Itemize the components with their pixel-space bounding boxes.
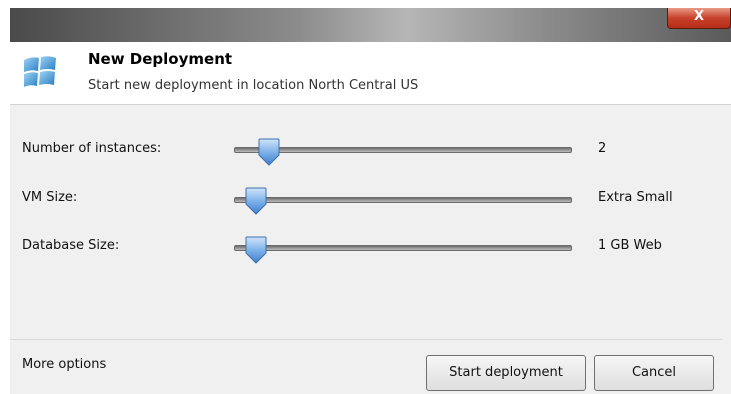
close-icon: X	[693, 9, 705, 24]
footer-divider	[10, 339, 722, 340]
dialog-header: New Deployment Start new deployment in l…	[10, 42, 731, 105]
database-size-label: Database Size:	[22, 238, 120, 253]
database-size-slider-thumb[interactable]	[245, 236, 267, 264]
instances-label: Number of instances:	[22, 141, 162, 156]
dialog-subtitle: Start new deployment in location North C…	[88, 78, 419, 93]
windows-azure-logo-icon	[24, 56, 56, 87]
instances-value: 2	[598, 141, 607, 156]
more-options-link[interactable]: More options	[22, 357, 106, 372]
start-deployment-button[interactable]: Start deployment	[426, 355, 586, 391]
cancel-button[interactable]: Cancel	[594, 355, 714, 391]
vm-size-label: VM Size:	[22, 190, 78, 205]
vm-size-slider-track[interactable]	[234, 197, 572, 203]
new-deployment-dialog: X New Deployment Start new deployment in…	[0, 0, 731, 394]
settings-panel: Number of instances: 2 VM Size: Extra Sm…	[10, 105, 731, 394]
dialog-title: New Deployment	[88, 50, 233, 68]
instances-slider-track[interactable]	[234, 147, 572, 153]
title-bar: X	[10, 8, 731, 42]
database-size-slider-track[interactable]	[234, 245, 572, 251]
vm-size-slider-thumb[interactable]	[245, 187, 267, 215]
instances-slider-thumb[interactable]	[258, 138, 280, 166]
vm-size-value: Extra Small	[598, 190, 673, 205]
close-button[interactable]: X	[667, 8, 731, 29]
database-size-value: 1 GB Web	[598, 238, 662, 253]
